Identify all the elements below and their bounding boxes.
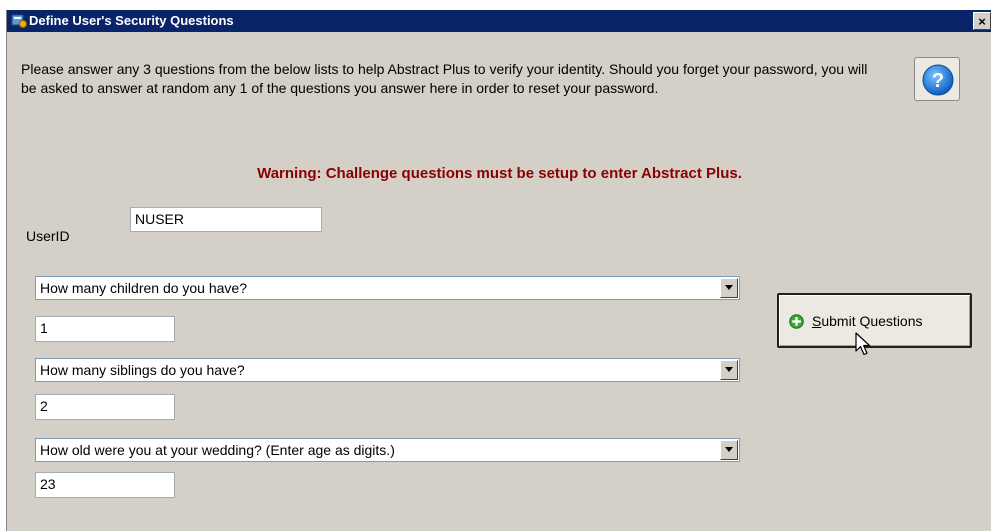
title-bar: Define User's Security Questions × (7, 10, 991, 32)
window-title: Define User's Security Questions (29, 13, 234, 28)
userid-label: UserID (26, 228, 70, 244)
question-1-value: How many children do you have? (40, 280, 248, 296)
answer-3-field[interactable]: 23 (35, 472, 175, 498)
security-questions-dialog: Define User's Security Questions × Pleas… (6, 10, 991, 531)
question-1-select[interactable]: How many children do you have? (35, 276, 740, 300)
chevron-down-icon[interactable] (720, 360, 738, 380)
instructions-text: Please answer any 3 questions from the b… (21, 61, 868, 96)
submit-mnemonic: S (812, 313, 822, 329)
close-button[interactable]: × (973, 12, 991, 30)
chevron-down-icon[interactable] (720, 278, 738, 298)
help-button[interactable]: ? (914, 57, 960, 101)
app-icon (11, 14, 27, 28)
answer-1-field[interactable]: 1 (35, 316, 175, 342)
help-question-icon: ? (922, 64, 954, 96)
mouse-cursor-icon (855, 332, 871, 356)
warning-message: Warning: Challenge questions must be set… (257, 165, 742, 182)
submit-label-rest: ubmit Questions (821, 313, 923, 329)
question-2-select[interactable]: How many siblings do you have? (35, 358, 740, 382)
chevron-down-icon[interactable] (720, 440, 738, 460)
userid-field[interactable]: NUSER (130, 207, 322, 232)
question-2-value: How many siblings do you have? (40, 362, 245, 378)
submit-label: Submit Questions (812, 312, 923, 330)
answer-2-field[interactable]: 2 (35, 394, 175, 420)
question-3-value: How old were you at your wedding? (Enter… (40, 442, 395, 458)
help-glyph: ? (932, 70, 944, 92)
green-plus-icon (789, 314, 804, 329)
question-3-select[interactable]: How old were you at your wedding? (Enter… (35, 438, 740, 462)
